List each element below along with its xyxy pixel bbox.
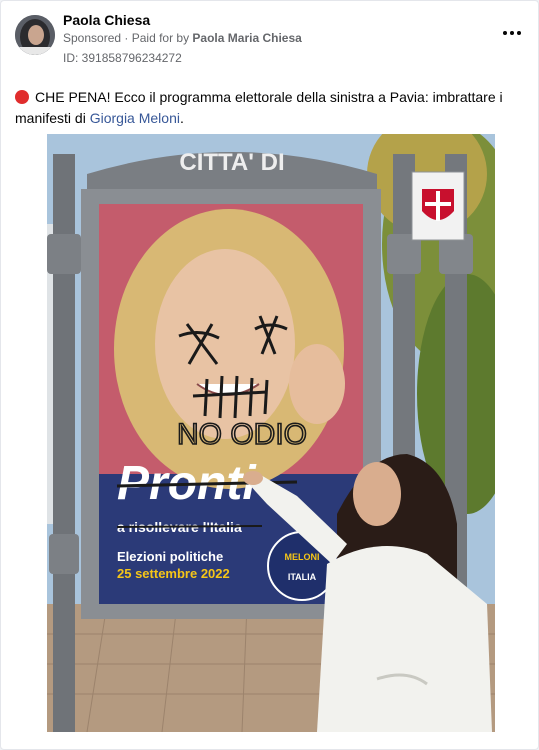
sponsored-meta: Sponsored · Paid for by Paola Maria Chie… xyxy=(63,31,302,45)
paid-for-name[interactable]: Paola Maria Chiesa xyxy=(192,31,301,45)
more-horizontal-icon xyxy=(503,31,521,35)
sponsored-post-card: Paola Chiesa Sponsored · Paid for by Pao… xyxy=(0,0,539,750)
post-header: Paola Chiesa Sponsored · Paid for by Pao… xyxy=(13,11,526,69)
meta-separator: · xyxy=(121,31,132,45)
red-circle-icon xyxy=(15,90,29,104)
party-logo-top: MELONI xyxy=(285,552,320,562)
party-logo-bottom: ITALIA xyxy=(288,572,317,582)
more-options-button[interactable] xyxy=(498,23,526,43)
author-avatar[interactable] xyxy=(15,15,55,55)
photo-illustration: CITTA' DI NO ODIO Pronti a risollevare l… xyxy=(47,134,495,732)
post-photo[interactable]: CITTA' DI NO ODIO Pronti a risollevare l… xyxy=(47,134,495,732)
paid-for-prefix: Paid for by xyxy=(131,31,193,45)
poster-event-text: Elezioni politiche xyxy=(117,549,223,564)
ad-id: ID: 391858796234272 xyxy=(63,51,182,65)
sponsored-label[interactable]: Sponsored xyxy=(63,31,121,45)
post-caption: CHE PENA! Ecco il programma elettorale d… xyxy=(15,87,527,129)
graffiti-text: NO ODIO xyxy=(177,418,307,451)
author-name[interactable]: Paola Chiesa xyxy=(63,12,150,28)
caption-text: CHE PENA! Ecco il programma elettorale d… xyxy=(15,89,503,126)
caption-end: . xyxy=(179,110,184,126)
avatar-portrait-icon xyxy=(15,15,55,55)
poster-date-text: 25 settembre 2022 xyxy=(117,566,230,581)
sign-header-text: CITTA' DI xyxy=(179,149,284,176)
caption-link-giorgia-meloni[interactable]: Giorgia Meloni xyxy=(90,110,180,126)
